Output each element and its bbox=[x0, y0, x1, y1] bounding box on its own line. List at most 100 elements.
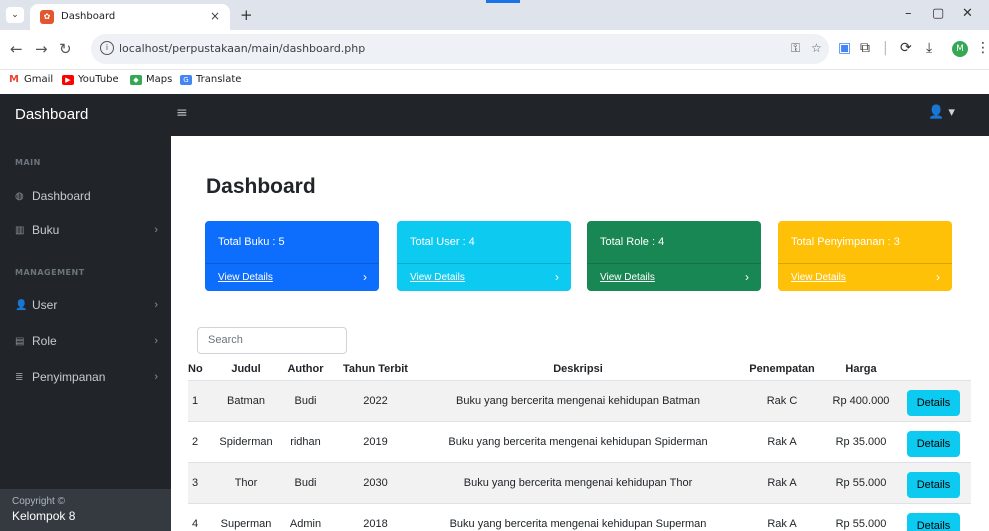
cell-author: Budi bbox=[278, 380, 333, 422]
translate-extension-icon[interactable]: ▣ bbox=[838, 40, 851, 56]
site-info-icon[interactable]: i bbox=[100, 41, 114, 55]
view-details-link[interactable]: View Details bbox=[410, 272, 465, 283]
search-input[interactable]: Search bbox=[197, 327, 347, 354]
browser-tab-dashboard[interactable]: ✿ Dashboard × bbox=[30, 4, 230, 30]
minimize-icon[interactable]: – bbox=[905, 6, 912, 21]
bookmark-translate[interactable]: G Translate bbox=[180, 74, 241, 85]
tab-close-icon[interactable]: × bbox=[210, 9, 220, 23]
password-key-icon[interactable]: ⚿ bbox=[791, 41, 800, 56]
card-total-penyimpanan: Total Penyimpanan : 3 View Details › bbox=[778, 221, 952, 291]
details-button[interactable]: Details bbox=[907, 471, 960, 498]
card-label: Total User : 4 bbox=[410, 236, 475, 248]
cell-action: Details bbox=[896, 503, 971, 531]
extensions-icon[interactable]: ⧉ bbox=[860, 40, 870, 56]
user-dropdown-icon[interactable]: 👤 ▾ bbox=[928, 105, 955, 120]
bookmark-label: Gmail bbox=[24, 74, 54, 85]
new-tab-icon[interactable]: + bbox=[240, 6, 253, 24]
view-details-link[interactable]: View Details bbox=[218, 272, 273, 283]
sidebar-item-dashboard[interactable]: ◍ Dashboard bbox=[15, 186, 160, 206]
sidebar-item-role[interactable]: ▤ Role › bbox=[15, 331, 160, 351]
col-harga[interactable]: Harga bbox=[826, 358, 896, 381]
table-body: 1 Batman Budi 2022 Buku yang bercerita m… bbox=[188, 380, 971, 531]
bookmark-label: Translate bbox=[196, 74, 242, 85]
cell-author: Budi bbox=[278, 462, 333, 504]
cell-penempatan: Rak A bbox=[738, 421, 826, 463]
copyright-text: Copyright © bbox=[12, 496, 65, 507]
sidebar-item-penyimpanan[interactable]: ≣ Penyimpanan › bbox=[15, 367, 160, 387]
col-author[interactable]: Author bbox=[278, 358, 333, 381]
history-icon[interactable]: ⟳ bbox=[900, 40, 912, 56]
card-label: Total Role : 4 bbox=[600, 236, 665, 248]
table-row: 4 Superman Admin 2018 Buku yang bercerit… bbox=[188, 503, 971, 531]
bookmark-maps[interactable]: ◆ Maps bbox=[130, 74, 172, 85]
card-total-user: Total User : 4 View Details › bbox=[397, 221, 571, 291]
card-footer[interactable]: View Details › bbox=[587, 263, 761, 291]
cell-deskripsi: Buku yang bercerita mengenai kehidupan T… bbox=[418, 462, 738, 504]
cell-judul: Spiderman bbox=[214, 421, 278, 463]
chevron-right-icon: › bbox=[154, 335, 158, 347]
browser-menu-icon[interactable]: ⋮ bbox=[976, 40, 989, 56]
view-details-link[interactable]: View Details bbox=[791, 272, 846, 283]
forward-icon[interactable]: → bbox=[35, 40, 48, 58]
back-icon[interactable]: ← bbox=[10, 40, 23, 58]
restore-icon[interactable]: ▢ bbox=[932, 6, 944, 21]
cell-deskripsi: Buku yang bercerita mengenai kehidupan S… bbox=[418, 421, 738, 463]
col-judul[interactable]: Judul bbox=[214, 358, 278, 381]
reload-icon[interactable]: ↻ bbox=[59, 40, 72, 58]
download-icon[interactable]: ⤓ bbox=[926, 40, 932, 56]
gmail-icon: M bbox=[8, 73, 20, 85]
cell-tahun: 2018 bbox=[333, 503, 418, 531]
id-card-icon: ▤ bbox=[15, 335, 25, 347]
col-deskripsi[interactable]: Deskripsi bbox=[418, 358, 738, 381]
card-total-role: Total Role : 4 View Details › bbox=[587, 221, 761, 291]
cell-penempatan: Rak A bbox=[738, 503, 826, 531]
translate-icon: G bbox=[180, 74, 192, 85]
cell-harga: Rp 55.000 bbox=[826, 462, 896, 504]
cell-judul: Thor bbox=[214, 462, 278, 504]
bookmark-gmail[interactable]: M Gmail bbox=[8, 74, 53, 85]
chevron-right-icon: › bbox=[154, 299, 158, 311]
chevron-right-icon: › bbox=[154, 224, 158, 236]
table-row: 2 Spiderman ridhan 2019 Buku yang bercer… bbox=[188, 421, 971, 463]
cell-harga: Rp 55.000 bbox=[826, 503, 896, 531]
details-button[interactable]: Details bbox=[907, 512, 960, 531]
cell-harga: Rp 35.000 bbox=[826, 421, 896, 463]
tab-search-chevron-icon[interactable]: ⌄ bbox=[6, 7, 24, 23]
chevron-right-icon[interactable]: › bbox=[555, 270, 559, 284]
table-row: 3 Thor Budi 2030 Buku yang bercerita men… bbox=[188, 462, 971, 504]
bookmarks-bar: M Gmail ▶ YouTube ◆ Maps G Translate bbox=[0, 70, 989, 94]
cell-no: 1 bbox=[188, 380, 214, 422]
sidebar-footer: Copyright © Kelompok 8 bbox=[0, 489, 171, 531]
cell-author: Admin bbox=[278, 503, 333, 531]
cell-author: ridhan bbox=[278, 421, 333, 463]
col-no[interactable]: No bbox=[188, 358, 214, 381]
chevron-right-icon[interactable]: › bbox=[936, 270, 940, 284]
cell-penempatan: Rak C bbox=[738, 380, 826, 422]
card-footer[interactable]: View Details › bbox=[778, 263, 952, 291]
close-window-icon[interactable]: ✕ bbox=[962, 6, 973, 21]
omnibox[interactable]: i localhost/perpustakaan/main/dashboard.… bbox=[91, 34, 829, 64]
sidebar-toggle-icon[interactable]: ≡ bbox=[176, 105, 188, 121]
bookmark-youtube[interactable]: ▶ YouTube bbox=[62, 74, 119, 85]
col-penempatan[interactable]: Penempatan bbox=[738, 358, 826, 381]
profile-avatar[interactable]: M bbox=[952, 41, 968, 57]
view-details-link[interactable]: View Details bbox=[600, 272, 655, 283]
cell-no: 4 bbox=[188, 503, 214, 531]
card-footer[interactable]: View Details › bbox=[397, 263, 571, 291]
details-button[interactable]: Details bbox=[907, 389, 960, 416]
sidebar-item-label: Dashboard bbox=[32, 189, 91, 203]
bookmark-star-icon[interactable]: ☆ bbox=[811, 41, 822, 55]
sidebar-heading-main: MAIN bbox=[15, 158, 41, 167]
details-button[interactable]: Details bbox=[907, 430, 960, 457]
chevron-right-icon[interactable]: › bbox=[745, 270, 749, 284]
youtube-icon: ▶ bbox=[62, 74, 74, 85]
col-tahun-terbit[interactable]: Tahun Terbit bbox=[333, 358, 418, 381]
sidebar-item-user[interactable]: 👤 User › bbox=[15, 295, 160, 315]
url-text[interactable]: localhost/perpustakaan/main/dashboard.ph… bbox=[119, 42, 365, 55]
cell-no: 2 bbox=[188, 421, 214, 463]
card-footer[interactable]: View Details › bbox=[205, 263, 379, 291]
chevron-right-icon[interactable]: › bbox=[363, 270, 367, 284]
navbar-brand[interactable]: Dashboard bbox=[15, 106, 88, 123]
address-bar-row: ← → ↻ i localhost/perpustakaan/main/dash… bbox=[0, 30, 989, 70]
sidebar-item-buku[interactable]: ▥ Buku › bbox=[15, 220, 160, 240]
